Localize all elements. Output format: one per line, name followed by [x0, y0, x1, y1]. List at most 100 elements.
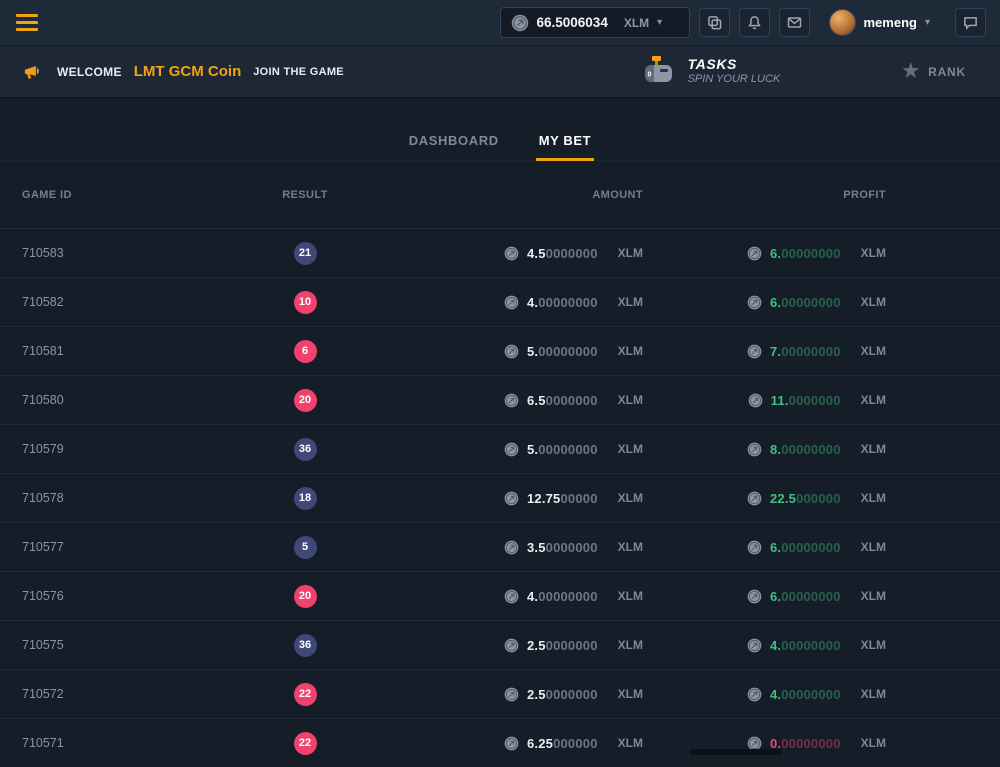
- result-badge: 36: [294, 634, 317, 657]
- profit-cell: 4.00000000 XLM: [747, 638, 886, 653]
- coin-icon: [504, 442, 519, 457]
- amount-cell: 4.50000000 XLM: [504, 246, 643, 261]
- amount-zeros: 00000000: [538, 442, 597, 457]
- tasks-count: 0: [647, 71, 651, 78]
- chat-toggle-button[interactable]: [955, 8, 986, 37]
- rank-link[interactable]: ★ RANK: [902, 62, 966, 81]
- profit-zeros: 000000: [796, 491, 841, 506]
- coin-icon: [504, 344, 519, 359]
- result-badge: 18: [294, 487, 317, 510]
- user-menu[interactable]: memeng ▾: [829, 9, 931, 36]
- avatar: [829, 9, 856, 36]
- result-badge: 21: [294, 242, 317, 265]
- coin-icon: [747, 246, 762, 261]
- profit-main: 6.: [770, 540, 781, 555]
- profit-unit: XLM: [861, 540, 886, 554]
- amount-main: 6.5: [527, 393, 546, 408]
- table-row[interactable]: 710576 20 4.00000000 XLM: [0, 571, 1000, 620]
- tasks-link[interactable]: 0 TASKS SPIN YOUR LUCK: [638, 55, 781, 89]
- profit-unit: XLM: [861, 638, 886, 652]
- tasks-subtitle: SPIN YOUR LUCK: [688, 73, 781, 87]
- amount-zeros: 00000000: [538, 344, 597, 359]
- game-id-cell: 710571: [0, 736, 250, 750]
- game-id-cell: 710580: [0, 393, 250, 407]
- profit-zeros: 0000000: [789, 393, 841, 408]
- profit-cell: 6.00000000 XLM: [747, 540, 886, 555]
- chevron-down-icon: ▾: [657, 18, 662, 28]
- amount-main: 12.75: [527, 491, 561, 506]
- brand-name: LMT GCM Coin: [134, 63, 241, 80]
- topbar: 66.5006034 XLM ▾ memeng ▾: [0, 0, 1000, 46]
- profit-zeros: 00000000: [781, 736, 840, 751]
- coin-icon: [748, 393, 763, 408]
- welcome-label: WELCOME: [57, 65, 122, 79]
- table-row[interactable]: 710575 36 2.50000000 XLM: [0, 620, 1000, 669]
- coin-icon: [747, 589, 762, 604]
- table-row[interactable]: 710581 6 5.00000000 XLM: [0, 326, 1000, 375]
- megaphone-icon: [22, 60, 45, 83]
- amount-cell: 5.00000000 XLM: [504, 344, 643, 359]
- table-row[interactable]: 710579 36 5.00000000 XLM: [0, 424, 1000, 473]
- profit-unit: XLM: [861, 344, 886, 358]
- envelope-icon: [787, 15, 802, 30]
- amount-cell: 4.00000000 XLM: [504, 295, 643, 310]
- profit-unit: XLM: [861, 442, 886, 456]
- coin-icon: [747, 344, 762, 359]
- amount-unit: XLM: [618, 540, 643, 554]
- amount-main: 4.5: [527, 246, 546, 261]
- amount-cell: 6.25000000 XLM: [504, 736, 643, 751]
- rank-star-icon: ★: [902, 62, 920, 81]
- result-badge: 6: [294, 340, 317, 363]
- table-row[interactable]: 710582 10 4.00000000 XLM: [0, 277, 1000, 326]
- profit-zeros: 00000000: [781, 295, 840, 310]
- amount-unit: XLM: [618, 442, 643, 456]
- coin-icon: [747, 638, 762, 653]
- rank-label: RANK: [928, 65, 966, 79]
- result-badge: 20: [294, 585, 317, 608]
- table-row[interactable]: 710572 22 2.50000000 XLM: [0, 669, 1000, 718]
- balance-selector[interactable]: 66.5006034 XLM ▾: [500, 7, 690, 38]
- menu-button[interactable]: [14, 12, 40, 33]
- profit-unit: XLM: [861, 687, 886, 701]
- horizontal-scrollbar-thumb[interactable]: [690, 749, 782, 755]
- coin-icon: [504, 393, 519, 408]
- cards-button[interactable]: [699, 8, 730, 37]
- col-game-id: GAME ID: [0, 189, 250, 201]
- announcement-bar: WELCOME LMT GCM Coin JOIN THE GAME 0 TAS…: [0, 46, 1000, 98]
- tasks-title: TASKS: [688, 56, 781, 74]
- coin-icon: [747, 491, 762, 506]
- profit-cell: 7.00000000 XLM: [747, 344, 886, 359]
- table-row[interactable]: 710578 18 12.7500000 XLM: [0, 473, 1000, 522]
- amount-zeros: 00000000: [538, 295, 597, 310]
- profit-unit: XLM: [861, 295, 886, 309]
- chevron-down-icon: ▾: [925, 18, 930, 28]
- result-badge: 22: [294, 732, 317, 755]
- tab-dashboard[interactable]: DASHBOARD: [406, 124, 502, 160]
- messages-button[interactable]: [779, 8, 810, 37]
- amount-zeros: 000000: [553, 736, 598, 751]
- game-id-cell: 710576: [0, 589, 250, 603]
- table-row[interactable]: 710577 5 3.50000000 XLM: [0, 522, 1000, 571]
- username: memeng: [864, 15, 917, 30]
- amount-main: 4.: [527, 589, 538, 604]
- amount-main: 2.5: [527, 638, 546, 653]
- profit-zeros: 00000000: [781, 540, 840, 555]
- amount-main: 5.: [527, 442, 538, 457]
- balance-amount: 66.5006034: [537, 15, 608, 30]
- amount-cell: 6.50000000 XLM: [504, 393, 643, 408]
- main-content: DASHBOARD MY BET GAME ID RESULT AMOUNT P…: [0, 124, 1000, 767]
- amount-zeros: 0000000: [546, 687, 598, 702]
- notifications-button[interactable]: [739, 8, 770, 37]
- table-row[interactable]: 710580 20 6.50000000 XLM: [0, 375, 1000, 424]
- amount-cell: 5.00000000 XLM: [504, 442, 643, 457]
- amount-main: 3.5: [527, 540, 546, 555]
- game-id-cell: 710577: [0, 540, 250, 554]
- result-badge: 5: [294, 536, 317, 559]
- table-row[interactable]: 710571 22 6.25000000 XLM: [0, 718, 1000, 767]
- col-amount: AMOUNT: [360, 189, 655, 201]
- table-row[interactable]: 710583 21 4.50000000 XLM: [0, 228, 1000, 277]
- tab-my-bet[interactable]: MY BET: [536, 124, 594, 160]
- amount-unit: XLM: [618, 393, 643, 407]
- result-badge: 36: [294, 438, 317, 461]
- amount-cell: 2.50000000 XLM: [504, 687, 643, 702]
